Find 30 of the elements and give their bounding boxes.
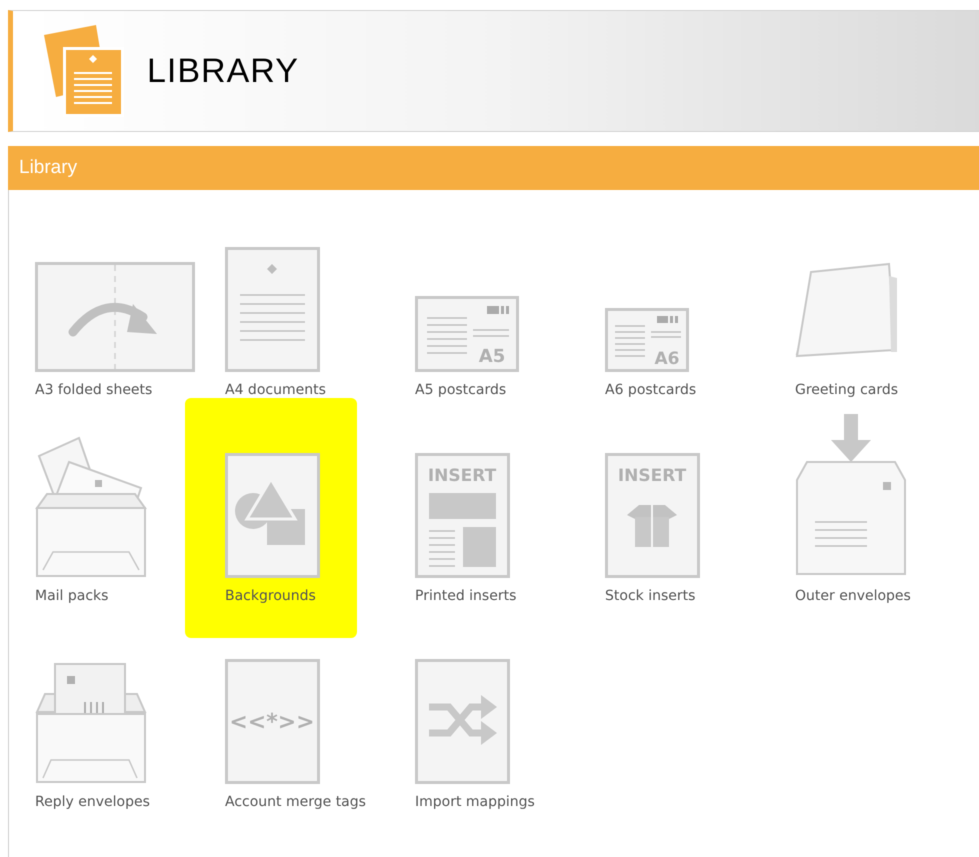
stamp-icon	[657, 316, 678, 323]
item-label[interactable]: A3 folded sheets	[35, 380, 152, 401]
item-label[interactable]: Backgrounds	[225, 586, 316, 607]
icon-caption: INSERT	[428, 466, 496, 486]
item-label[interactable]: Outer envelopes	[795, 586, 911, 607]
icon-caption: INSERT	[618, 466, 686, 486]
mail-pack-icon[interactable]	[35, 436, 147, 578]
item-label[interactable]: Printed inserts	[415, 586, 516, 607]
envelope-down-arrow-icon[interactable]	[795, 412, 907, 578]
page-title: LIBRARY	[147, 50, 299, 92]
documents-logo-icon	[44, 25, 124, 117]
shuffle-icon[interactable]	[415, 659, 510, 784]
section-title: Library	[19, 156, 78, 180]
shapes-icon[interactable]	[225, 453, 320, 578]
reply-envelope-icon[interactable]	[35, 662, 147, 784]
item-label[interactable]: Greeting cards	[795, 380, 898, 401]
item-label[interactable]: Mail packs	[35, 586, 108, 607]
icon-caption: <<*>>	[229, 710, 315, 735]
item-label[interactable]: A4 documents	[225, 380, 326, 401]
icon-caption: A6	[654, 349, 680, 369]
item-label[interactable]: Import mappings	[415, 792, 535, 813]
item-label[interactable]: Reply envelopes	[35, 792, 150, 813]
folded-sheet-icon[interactable]	[35, 262, 195, 372]
item-label[interactable]: A5 postcards	[415, 380, 506, 401]
item-label[interactable]: A6 postcards	[605, 380, 696, 401]
item-label[interactable]: Account merge tags	[225, 792, 366, 813]
document-icon[interactable]	[225, 247, 320, 372]
stamp-icon	[487, 306, 509, 314]
item-label[interactable]: Stock inserts	[605, 586, 696, 607]
icon-caption: A5	[478, 346, 506, 367]
